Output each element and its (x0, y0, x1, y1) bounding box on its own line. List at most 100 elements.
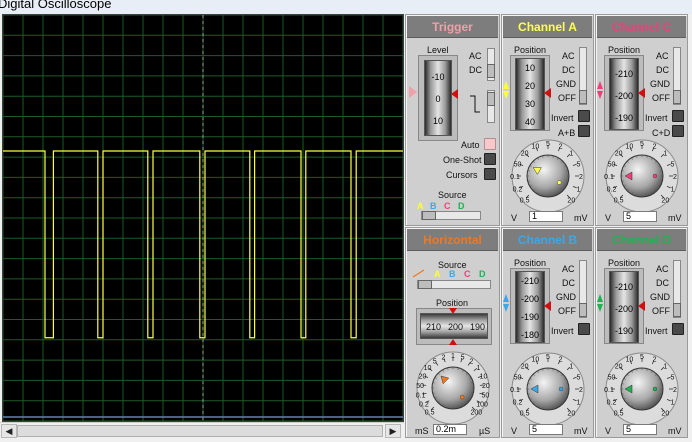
dial-label: 5 (546, 141, 550, 148)
dial-label: 0.5 (614, 410, 624, 417)
channel-d-unit-left: V (605, 426, 612, 436)
trigger-source-slider[interactable] (421, 211, 481, 220)
triangle-pointer-icon (449, 339, 457, 345)
channel-c-knob-svg[interactable]: 0.50.20.1502010 5 2152120 (597, 134, 687, 213)
channel-c-volts-field[interactable]: 5 (623, 211, 657, 222)
channel-a-invert-button[interactable] (578, 110, 590, 122)
channel-b-volts-dial[interactable]: 0.5 0.2 0.1 50 20 10 5 2 1 5 2 1 20 (503, 347, 593, 426)
horizontal-timebase-field[interactable]: 0.2m (433, 424, 467, 435)
channel-c-unit-left: V (605, 213, 612, 223)
dial-label: 2 (441, 354, 445, 361)
horizontal-tick-200: 200 (448, 322, 464, 332)
dial-label: 1 (451, 353, 455, 360)
slider-thumb[interactable] (579, 303, 587, 317)
channel-b-ac-label: AC (562, 264, 575, 274)
trigger-source-a: A (417, 201, 424, 211)
channel-c-position-label: Position (608, 45, 641, 55)
slider-thumb[interactable] (487, 64, 495, 78)
channel-c-volts-dial[interactable]: 0.5 0.2 0.1 50 20 10 5 2 1 5 2 1 20 (597, 134, 687, 213)
slider-thumb[interactable] (487, 92, 495, 106)
channel-c-unit-right: mV (668, 213, 682, 223)
dial-label: 1 (477, 365, 481, 372)
dial-label: 5 (546, 354, 550, 361)
channel-c-position-drum[interactable]: -210 -200 -190 (609, 58, 639, 130)
channel-c-invert-button[interactable] (672, 110, 684, 122)
dial-label: 1 (569, 364, 573, 371)
edge-symbol-icon (470, 95, 480, 113)
channel-d-invert-button[interactable] (672, 323, 684, 335)
dial-label: 0.2 (419, 402, 429, 409)
channel-d-coupling-slider[interactable] (673, 260, 681, 318)
trigger-tick-10: 10 (432, 116, 443, 126)
channel-a-tick: 40 (524, 117, 535, 127)
channel-b-position-drum[interactable]: -210 -200 -190 -180 (515, 271, 545, 343)
fine-adjust-marker[interactable] (557, 180, 562, 185)
channel-b-knob-svg[interactable]: 0.50.20.1502010 5 2152120 (503, 347, 593, 426)
arrow-left-icon: ◀ (5, 426, 13, 436)
fine-adjust-marker[interactable] (558, 386, 564, 392)
trigger-panel: Trigger Level -10 0 10 AC DC Auto One-Sh… (405, 14, 500, 226)
trigger-level-drum[interactable]: -10 0 10 (424, 60, 452, 136)
horizontal-position-label: Position (436, 298, 469, 308)
channel-a-volts-dial[interactable]: 0.5 0.2 0.1 50 20 10 5 2 1 5 2 1 20 (503, 134, 593, 213)
dial-label: 20 (419, 373, 427, 380)
scroll-thumb[interactable] (17, 425, 383, 437)
channel-d-volts-field[interactable]: 5 (623, 424, 657, 435)
fine-adjust-marker[interactable] (652, 386, 658, 392)
channel-d-knob-svg[interactable]: 0.50.20.1502010 5 2152120 (597, 347, 687, 426)
oscilloscope-window: Digital Oscilloscope ◀ ▶ Trigger Level -… (0, 0, 692, 442)
trigger-tick-neg10: -10 (431, 72, 445, 82)
dial-label: 50 (416, 383, 424, 390)
slider-thumb[interactable] (673, 303, 681, 317)
horizontal-source-d: D (479, 269, 486, 279)
slider-thumb[interactable] (579, 90, 587, 104)
channel-d-position-drum[interactable]: -210 -200 -190 (609, 271, 639, 343)
triangle-pointer-icon (597, 81, 603, 89)
channel-a-volts-field[interactable]: 1 (529, 211, 563, 222)
horizontal-position-drum[interactable]: 210 200 190 (420, 313, 488, 339)
fine-adjust-marker[interactable] (652, 173, 658, 179)
channel-a-off-label: OFF (558, 93, 576, 103)
slider-thumb[interactable] (422, 211, 436, 220)
triangle-pointer-icon (597, 304, 603, 312)
trigger-auto-button[interactable] (484, 138, 496, 150)
scroll-right-button[interactable]: ▶ (385, 424, 401, 438)
channel-d-title: Channel D (597, 229, 686, 251)
horizontal-scrollbar[interactable]: ◀ ▶ (0, 422, 404, 438)
trigger-title: Trigger (407, 16, 498, 38)
channel-a-coupling-slider[interactable] (579, 47, 587, 105)
channel-c-gnd-label: GND (650, 79, 670, 89)
channel-b-volts-field[interactable]: 5 (529, 424, 563, 435)
channel-d-volts-dial[interactable]: 0.5 0.2 0.1 50 20 10 5 2 1 5 2 1 20 (597, 347, 687, 426)
dial-label: 10 (424, 365, 432, 372)
dial-label: 10 (531, 357, 539, 364)
dial-label: 2 (653, 357, 657, 364)
scroll-left-button[interactable]: ◀ (1, 424, 17, 438)
channel-c-title: Channel C (597, 16, 686, 38)
channel-b-invert-button[interactable] (578, 323, 590, 335)
dial-label: 2 (673, 174, 677, 181)
trigger-cursors-button[interactable] (484, 168, 496, 180)
channel-a-position-drum[interactable]: 10 20 30 40 (515, 58, 545, 130)
dial-label: 5 (671, 161, 675, 168)
trigger-oneshot-button[interactable] (484, 153, 496, 165)
fine-adjust-marker[interactable] (459, 394, 465, 400)
dial-label: 5 (577, 374, 581, 381)
channel-b-coupling-slider[interactable] (579, 260, 587, 318)
horizontal-source-slider[interactable] (417, 280, 491, 289)
channel-a-knob-svg[interactable]: 0.50.20.1502010 5 2152120 (503, 134, 593, 213)
channel-a-unit-left: V (511, 213, 518, 223)
slider-thumb[interactable] (418, 280, 432, 289)
trigger-tick-0: 0 (435, 94, 441, 104)
dial-label: 1 (569, 151, 573, 158)
dial-label: 10 (531, 144, 539, 151)
horizontal-timebase-dial[interactable]: 0.5 0.2 0.1 50 20 10 5 2 1 5 2 1 10 20 50 100 200 (408, 346, 498, 425)
channel-a-invert-label: Invert (551, 113, 574, 123)
channel-c-coupling-slider[interactable] (673, 47, 681, 105)
horizontal-knob-svg[interactable]: 0.50.20.150201052 1 521102050100200 (408, 346, 498, 425)
dial-label: 0.1 (510, 174, 520, 181)
slider-thumb[interactable] (673, 90, 681, 104)
trigger-edge-slider[interactable] (487, 90, 495, 123)
trigger-coupling-slider[interactable] (487, 48, 495, 81)
triangle-pointer-icon (638, 301, 645, 311)
